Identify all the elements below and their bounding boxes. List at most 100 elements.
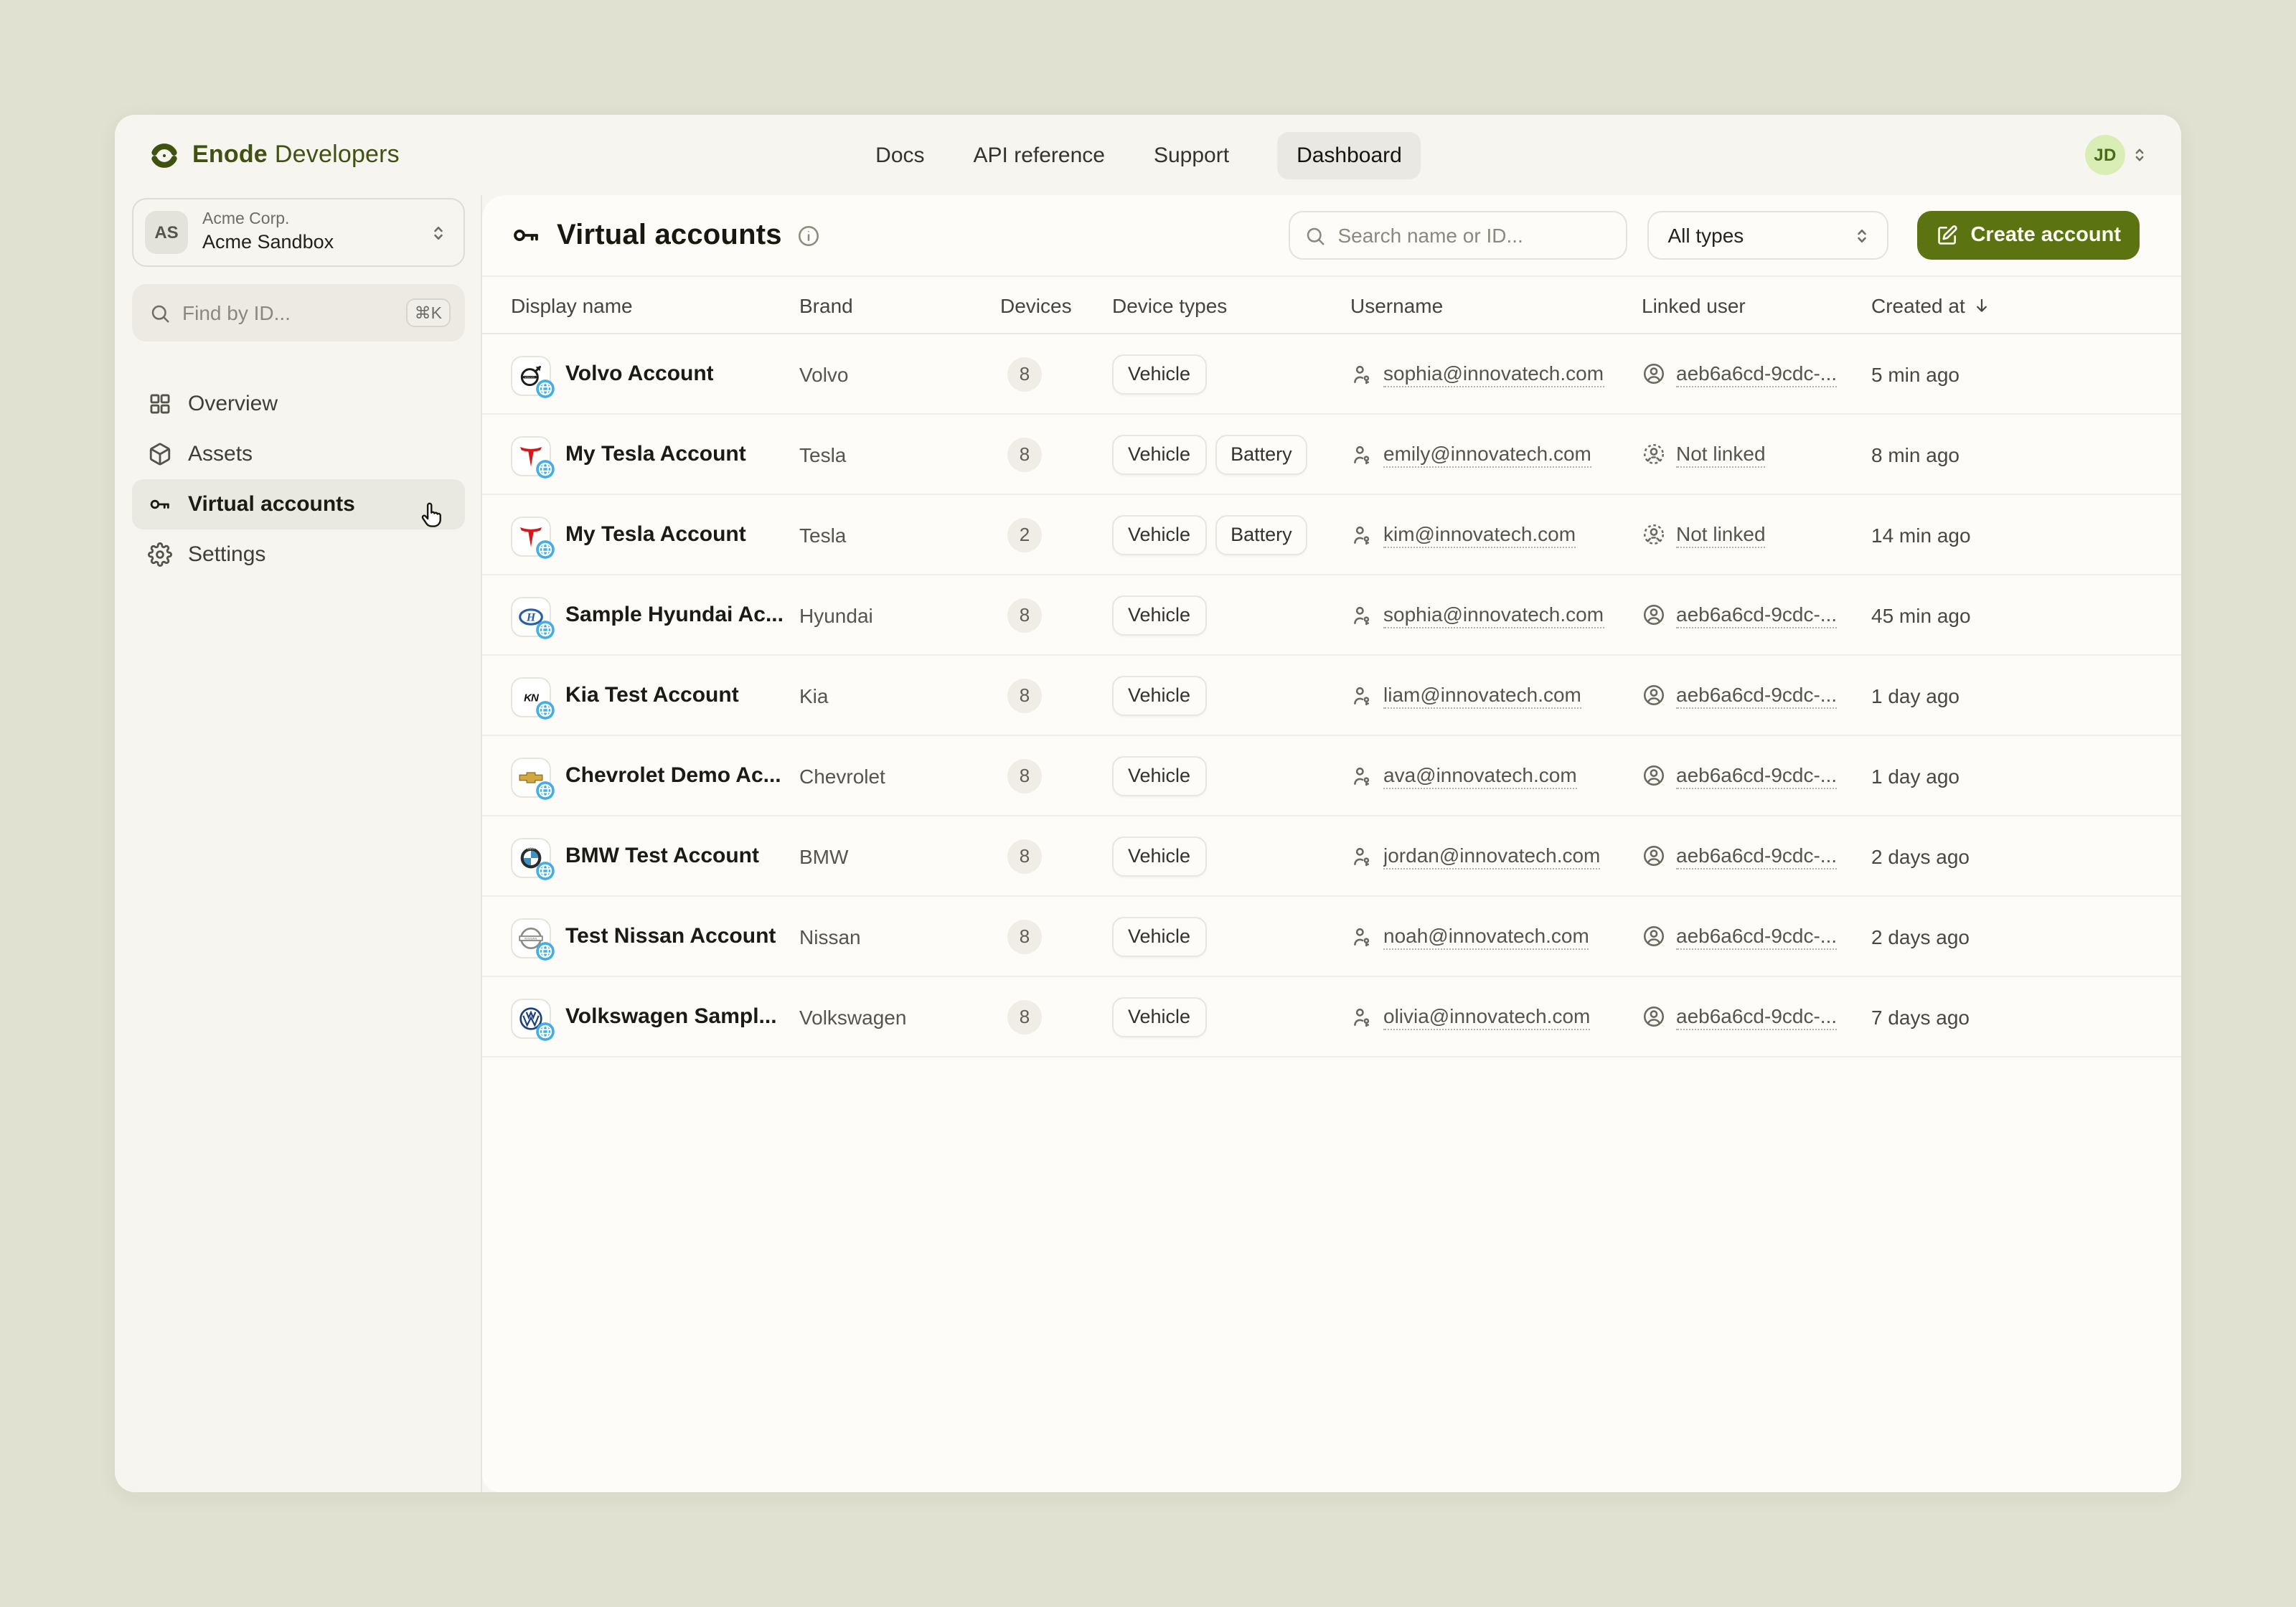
sidebar-item-assets[interactable]: Assets bbox=[132, 429, 465, 479]
username-value[interactable]: liam@innovatech.com bbox=[1383, 682, 1581, 708]
column-linked-user[interactable]: Linked user bbox=[1642, 293, 1871, 316]
nav-support[interactable]: Support bbox=[1154, 143, 1229, 167]
type-filter-select[interactable]: All types bbox=[1647, 211, 1888, 260]
cube-icon bbox=[146, 442, 172, 466]
linked-user-cell: Not linked bbox=[1642, 522, 1871, 547]
display-name-cell: Chevrolet Demo Ac... bbox=[511, 757, 799, 794]
table-row[interactable]: KN Kia Test Account Kia 8 Vehicle liam@i… bbox=[482, 656, 2181, 736]
chevron-up-down-icon bbox=[2130, 145, 2150, 165]
column-created-at[interactable]: Created at bbox=[1871, 293, 2140, 316]
create-account-button[interactable]: Create account bbox=[1917, 211, 2140, 260]
display-name-cell: Volkswagen Sampl... bbox=[511, 998, 799, 1035]
created-at-cell: 2 days ago bbox=[1871, 844, 2140, 867]
table-row[interactable]: H Sample Hyundai Ac... Hyundai 8 Vehicle… bbox=[482, 575, 2181, 656]
account-name: Sample Hyundai Ac... bbox=[565, 603, 784, 627]
table-row[interactable]: BMW BMW Test Account BMW 8 Vehicle jorda… bbox=[482, 816, 2181, 897]
display-name-cell: My Tesla Account bbox=[511, 516, 799, 553]
linked-user-value[interactable]: aeb6a6cd-9cdc-... bbox=[1676, 602, 1837, 628]
org-environment: Acme Sandbox bbox=[202, 231, 428, 255]
linked-user-icon bbox=[1642, 362, 1666, 386]
edit-icon bbox=[1936, 224, 1959, 247]
brand-cell: Kia bbox=[799, 684, 1000, 707]
linked-user-cell: Not linked bbox=[1642, 441, 1871, 467]
username-value[interactable]: sophia@innovatech.com bbox=[1383, 361, 1604, 387]
username-value[interactable]: kim@innovatech.com bbox=[1383, 522, 1576, 547]
app-title: EnodeDevelopers bbox=[192, 141, 400, 169]
info-icon[interactable] bbox=[796, 223, 821, 248]
table-row[interactable]: My Tesla Account Tesla 2 VehicleBattery … bbox=[482, 495, 2181, 575]
sidebar-nav: Overview Assets Virtual accounts bbox=[132, 379, 465, 580]
linked-user-value[interactable]: aeb6a6cd-9cdc-... bbox=[1676, 843, 1837, 869]
username-cell: ava@innovatech.com bbox=[1350, 763, 1642, 788]
find-by-id-input[interactable]: Find by ID... ⌘K bbox=[132, 284, 465, 341]
linked-user-value[interactable]: aeb6a6cd-9cdc-... bbox=[1676, 361, 1837, 387]
column-devices[interactable]: Devices bbox=[1000, 293, 1112, 316]
user-key-icon bbox=[1350, 523, 1373, 546]
table-row[interactable]: VOLVO Volvo Account Volvo 8 Vehicle soph… bbox=[482, 334, 2181, 415]
page-title: Virtual accounts bbox=[557, 219, 782, 252]
device-type-chip: Vehicle bbox=[1112, 514, 1206, 555]
not-linked-icon bbox=[1642, 442, 1666, 466]
devices-cell: 8 bbox=[1000, 839, 1112, 873]
linked-user-cell: aeb6a6cd-9cdc-... bbox=[1642, 602, 1871, 628]
table-row[interactable]: My Tesla Account Tesla 8 VehicleBattery … bbox=[482, 415, 2181, 495]
brand-tile: NISSAN bbox=[511, 918, 548, 955]
username-value[interactable]: jordan@innovatech.com bbox=[1383, 843, 1600, 869]
device-types-cell: Vehicle bbox=[1112, 916, 1350, 956]
sidebar: AS Acme Corp. Acme Sandbox Find by ID...… bbox=[115, 195, 482, 1492]
sidebar-item-label: Settings bbox=[188, 542, 265, 567]
created-at-cell: 7 days ago bbox=[1871, 1005, 2140, 1028]
linked-user-value[interactable]: Not linked bbox=[1676, 522, 1766, 547]
linked-user-value[interactable]: aeb6a6cd-9cdc-... bbox=[1676, 682, 1837, 708]
created-at-cell: 14 min ago bbox=[1871, 523, 2140, 546]
account-name: Chevrolet Demo Ac... bbox=[565, 763, 781, 788]
sidebar-item-overview[interactable]: Overview bbox=[132, 379, 465, 429]
devices-cell: 8 bbox=[1000, 437, 1112, 471]
table-row[interactable]: NISSAN Test Nissan Account Nissan 8 Vehi… bbox=[482, 897, 2181, 977]
table-row[interactable]: Volkswagen Sampl... Volkswagen 8 Vehicle… bbox=[482, 977, 2181, 1057]
sort-descending-icon bbox=[1972, 295, 1992, 315]
account-menu[interactable]: JD bbox=[2085, 115, 2150, 195]
key-icon bbox=[511, 220, 542, 251]
created-at-cell: 2 days ago bbox=[1871, 925, 2140, 948]
avatar[interactable]: JD bbox=[2085, 135, 2125, 175]
nav-dashboard[interactable]: Dashboard bbox=[1278, 131, 1421, 179]
device-type-chip: Vehicle bbox=[1112, 354, 1206, 394]
username-value[interactable]: olivia@innovatech.com bbox=[1383, 1004, 1590, 1029]
sidebar-item-virtual-accounts[interactable]: Virtual accounts bbox=[132, 479, 465, 529]
screen: EnodeDevelopers Docs API reference Suppo… bbox=[0, 0, 2296, 1607]
app-header: EnodeDevelopers Docs API reference Suppo… bbox=[115, 115, 2181, 195]
display-name-cell: My Tesla Account bbox=[511, 435, 799, 473]
column-device-types[interactable]: Device types bbox=[1112, 293, 1350, 316]
device-count-badge: 8 bbox=[1007, 999, 1042, 1034]
linked-user-value[interactable]: aeb6a6cd-9cdc-... bbox=[1676, 923, 1837, 949]
column-username[interactable]: Username bbox=[1350, 293, 1642, 316]
app-window: EnodeDevelopers Docs API reference Suppo… bbox=[115, 115, 2181, 1492]
username-value[interactable]: sophia@innovatech.com bbox=[1383, 602, 1604, 628]
sidebar-item-label: Virtual accounts bbox=[188, 492, 355, 517]
find-by-id-placeholder: Find by ID... bbox=[182, 301, 406, 324]
column-brand[interactable]: Brand bbox=[799, 293, 1000, 316]
table-row[interactable]: Chevrolet Demo Ac... Chevrolet 8 Vehicle… bbox=[482, 736, 2181, 816]
device-count-badge: 8 bbox=[1007, 598, 1042, 632]
svg-text:NISSAN: NISSAN bbox=[524, 937, 537, 940]
device-type-chip: Vehicle bbox=[1112, 755, 1206, 796]
username-value[interactable]: noah@innovatech.com bbox=[1383, 923, 1589, 949]
nav-docs[interactable]: Docs bbox=[875, 143, 924, 167]
nav-api-reference[interactable]: API reference bbox=[974, 143, 1105, 167]
linked-user-value[interactable]: aeb6a6cd-9cdc-... bbox=[1676, 1004, 1837, 1029]
column-display-name[interactable]: Display name bbox=[511, 293, 799, 316]
sidebar-item-settings[interactable]: Settings bbox=[132, 529, 465, 580]
linked-user-cell: aeb6a6cd-9cdc-... bbox=[1642, 1004, 1871, 1029]
linked-user-value[interactable]: Not linked bbox=[1676, 441, 1766, 467]
user-key-icon bbox=[1350, 603, 1373, 626]
org-switcher[interactable]: AS Acme Corp. Acme Sandbox bbox=[132, 198, 465, 267]
linked-user-cell: aeb6a6cd-9cdc-... bbox=[1642, 763, 1871, 788]
devices-cell: 2 bbox=[1000, 517, 1112, 552]
username-value[interactable]: emily@innovatech.com bbox=[1383, 441, 1591, 467]
linked-user-value[interactable]: aeb6a6cd-9cdc-... bbox=[1676, 763, 1837, 788]
chevron-up-down-icon bbox=[428, 222, 449, 243]
search-input[interactable]: Search name or ID... bbox=[1289, 211, 1627, 260]
device-type-chip: Vehicle bbox=[1112, 916, 1206, 956]
username-value[interactable]: ava@innovatech.com bbox=[1383, 763, 1577, 788]
